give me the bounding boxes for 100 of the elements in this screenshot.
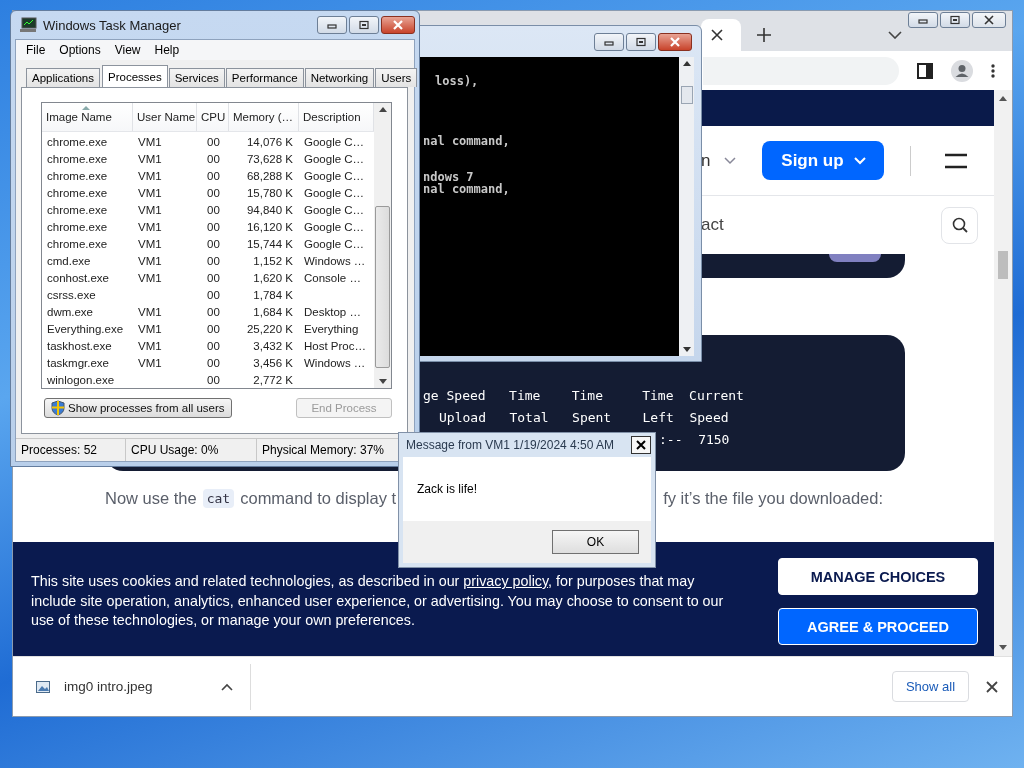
table-cell-text: VM1: [137, 169, 163, 182]
table-cell-text: chrome.exe: [46, 203, 109, 216]
profile-icon[interactable]: [951, 59, 973, 82]
minimize-button[interactable]: [317, 16, 347, 34]
close-button[interactable]: [631, 436, 651, 454]
scrollbar-thumb[interactable]: [680, 86, 693, 104]
manage-choices-button[interactable]: MANAGE CHOICES: [778, 558, 978, 595]
scrollbar[interactable]: [374, 103, 391, 388]
search-icon: [951, 217, 968, 234]
scroll-up-icon: [682, 61, 691, 66]
table-cell-text: VM1: [137, 339, 163, 352]
scroll-up-icon: [999, 96, 1007, 101]
close-button[interactable]: [658, 32, 692, 51]
tab[interactable]: Users: [375, 68, 418, 87]
close-icon[interactable]: [711, 29, 723, 41]
nav-link[interactable]: n: [701, 150, 711, 171]
table-cell-text: Google C…: [303, 152, 366, 165]
column-header[interactable]: Image Name: [42, 103, 133, 131]
side-panel-icon[interactable]: [917, 62, 933, 79]
tab[interactable]: Services: [168, 68, 225, 87]
console-line: nal command,: [423, 183, 511, 195]
scrollbar-thumb[interactable]: [998, 251, 1008, 279]
table-cell-text: Everything.exe: [46, 322, 125, 335]
table-cell-text: Google C…: [303, 237, 366, 250]
privacy-policy-link[interactable]: privacy policy: [463, 573, 549, 589]
maximize-button[interactable]: [940, 12, 970, 28]
agree-proceed-button[interactable]: AGREE & PROCEED: [778, 608, 978, 645]
table-cell-text: taskmgr.exe: [46, 356, 110, 369]
menu-item[interactable]: Help: [148, 43, 188, 57]
chevron-down-icon[interactable]: [888, 31, 902, 39]
maximize-button[interactable]: [349, 16, 379, 34]
search-button[interactable]: [941, 206, 978, 244]
close-icon: [669, 36, 681, 47]
maximize-button[interactable]: [626, 32, 656, 51]
table-cell-text: 00: [206, 288, 221, 301]
table-cell-text: conhost.exe: [46, 271, 110, 284]
menu-icon[interactable]: [945, 152, 968, 169]
scrollbar-thumb[interactable]: [375, 206, 390, 368]
table-cell-text: chrome.exe: [46, 237, 109, 250]
download-item[interactable]: img0 intro.jpeg: [36, 679, 153, 694]
menu-item[interactable]: View: [108, 43, 149, 57]
table-cell-text: 00: [206, 271, 221, 284]
plus-icon[interactable]: [757, 28, 771, 42]
minimize-button[interactable]: [908, 12, 938, 28]
table-cell-text: 3,456 K: [252, 356, 294, 369]
more-icon[interactable]: [991, 63, 995, 78]
monitor-icon: [19, 17, 37, 33]
paragraph-text: Now use the: [105, 489, 197, 508]
table-cell-text: VM1: [137, 186, 163, 199]
table-cell-text: 25,220 K: [245, 322, 294, 335]
menu-item[interactable]: Options: [53, 43, 109, 57]
scrollbar[interactable]: [679, 57, 694, 356]
scroll-down-icon: [378, 379, 387, 384]
table-cell-text: Google C…: [303, 186, 366, 199]
column-header[interactable]: Memory (…: [229, 103, 299, 131]
table-cell-text: 00: [206, 186, 221, 199]
table-cell-text: 00: [206, 373, 221, 386]
ok-button[interactable]: OK: [552, 530, 639, 554]
dialog-title: Message from VM1 1/19/2024 4:50 AM: [406, 438, 615, 452]
shield-icon: [51, 400, 65, 416]
table-cell-text: 00: [206, 339, 221, 352]
table-cell-text: 1,684 K: [252, 305, 294, 318]
chevron-up-icon[interactable]: [220, 682, 233, 691]
tab[interactable]: Performance: [225, 68, 304, 87]
terminal-line: :-- 7150: [659, 430, 730, 449]
table-cell-text: Windows …: [303, 254, 367, 267]
browser-tab[interactable]: [701, 19, 741, 51]
column-header[interactable]: CPU: [197, 103, 229, 131]
table-cell-text: 00: [206, 152, 221, 165]
close-icon[interactable]: [986, 680, 998, 693]
cookie-notice-text: This site uses cookies and related technologies, as described in our privacy policy, for purposes that may include site operation, analytics, enhanced user experience, or advertising. You may choose to consent to our use of these technologies, or manage your own preferences.: [31, 572, 725, 630]
table-cell-text: Google C…: [303, 220, 366, 233]
close-button[interactable]: [972, 12, 1006, 28]
table-cell-text: 68,288 K: [245, 169, 294, 182]
tab[interactable]: Applications: [26, 68, 100, 87]
nav-link[interactable]: act: [701, 215, 724, 236]
minimize-button[interactable]: [594, 32, 624, 51]
table-cell-text: Desktop …: [303, 305, 362, 318]
chevron-down-icon: [724, 156, 737, 165]
table-cell-text: 16,120 K: [245, 220, 294, 233]
menu-item[interactable]: File: [20, 43, 54, 57]
tab[interactable]: Networking: [304, 68, 375, 87]
minimize-icon: [326, 21, 338, 29]
table-cell-text: 14,076 K: [245, 135, 294, 148]
table-cell-text: Host Proc…: [303, 339, 367, 352]
table-cell-text: 73,628 K: [245, 152, 294, 165]
table-cell-text: VM1: [137, 152, 163, 165]
column-header[interactable]: User Name: [133, 103, 197, 131]
table-cell-text: 1,152 K: [252, 254, 294, 267]
close-button[interactable]: [381, 16, 415, 34]
table-cell-text: 00: [206, 203, 221, 216]
scrollbar[interactable]: [994, 90, 1012, 656]
table-cell-text: chrome.exe: [46, 186, 109, 199]
close-icon: [983, 15, 995, 25]
show-all-button[interactable]: Show all: [892, 671, 969, 702]
tab[interactable]: Processes: [102, 65, 168, 87]
table-cell-text: 00: [206, 169, 221, 182]
show-all-processes-button[interactable]: Show processes from all users: [44, 398, 232, 418]
signup-button[interactable]: Sign up: [762, 141, 885, 181]
maximize-icon: [635, 36, 647, 47]
